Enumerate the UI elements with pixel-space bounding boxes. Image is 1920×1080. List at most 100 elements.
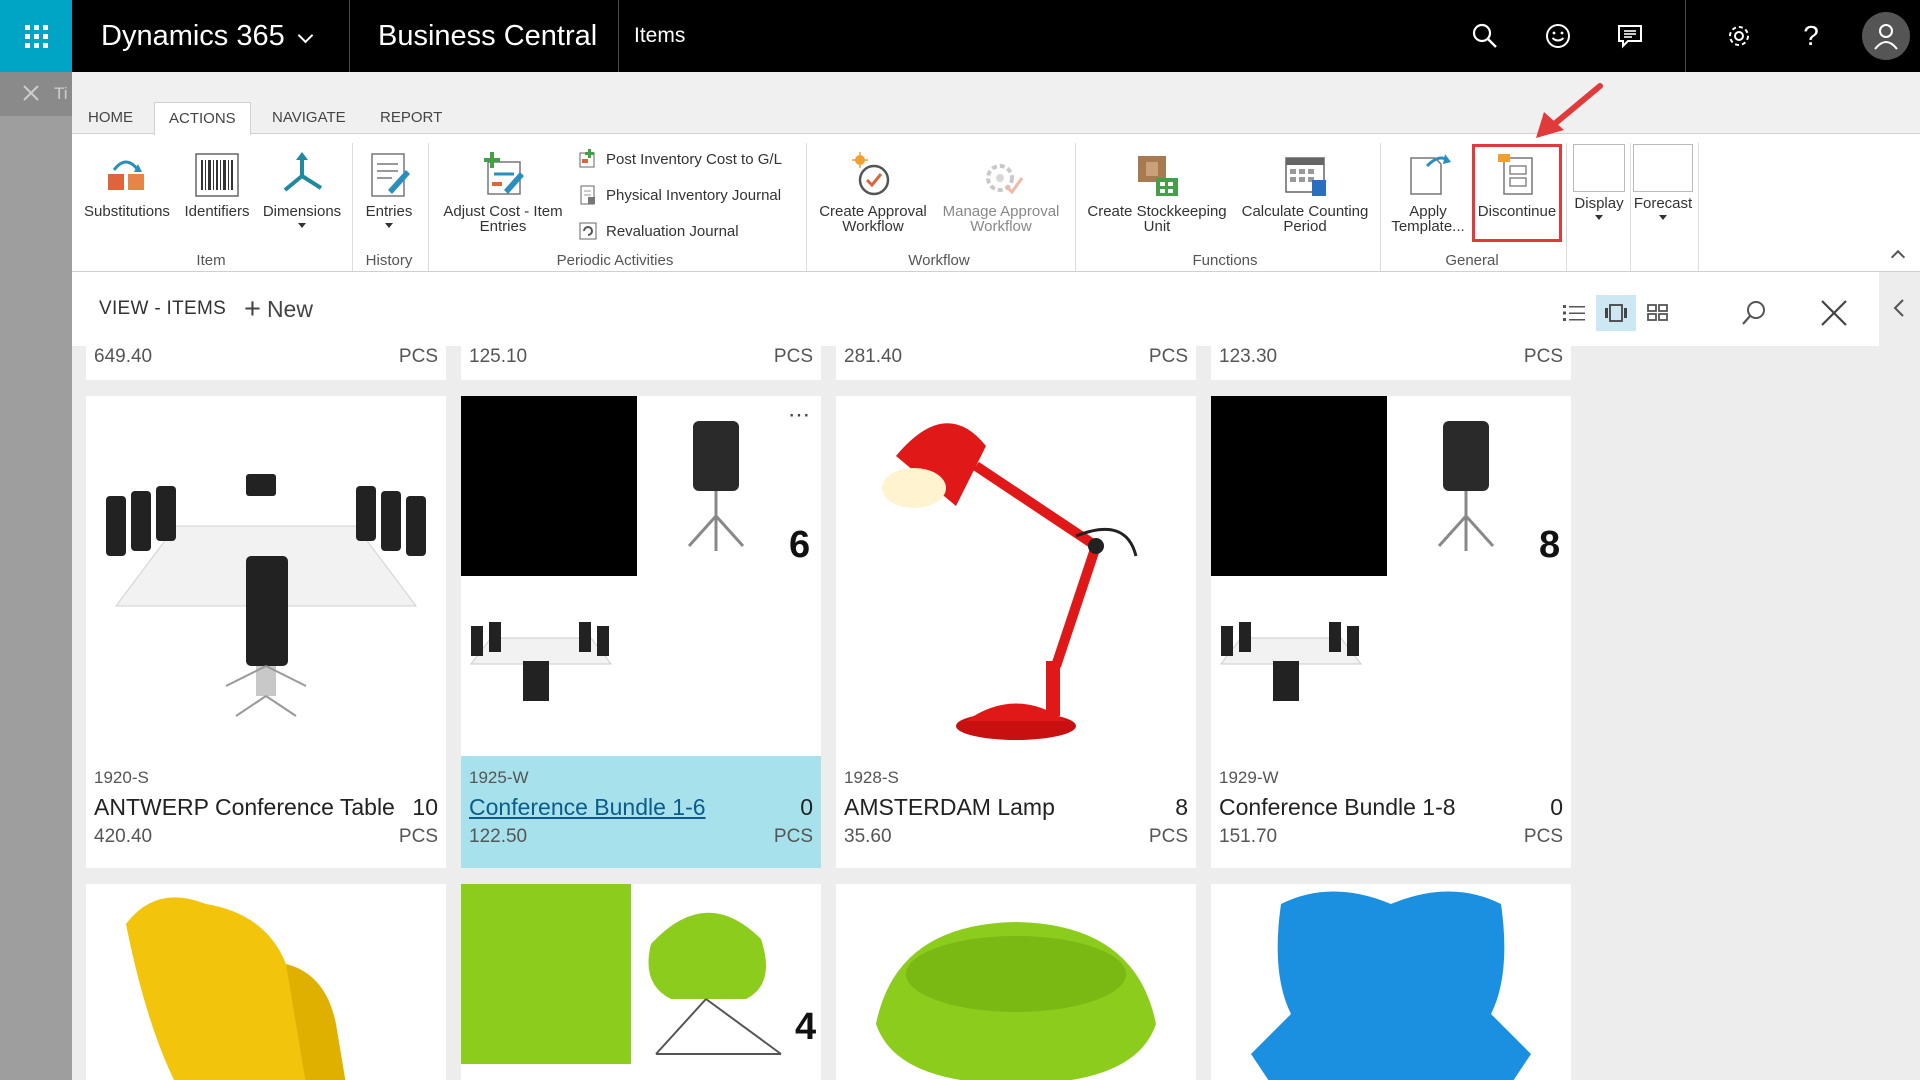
dimensions-button[interactable]: Dimensions [258, 152, 346, 228]
green-chair-image [876, 922, 1156, 1080]
item-name[interactable]: Conference Bundle 1-6 [469, 794, 706, 821]
item-tile[interactable]: 4 [461, 884, 821, 1080]
group-label-workflow: Workflow [908, 252, 970, 269]
product-title[interactable]: Business Central [378, 0, 597, 72]
tile-view-icon [1605, 304, 1627, 322]
tile-price: 125.10 [469, 346, 528, 367]
notifications-button[interactable] [1612, 18, 1648, 54]
stockkeeping-label-line1: Create Stockkeeping [1087, 203, 1227, 220]
tile-price: 123.30 [1219, 346, 1278, 367]
stockkeeping-icon [1134, 152, 1180, 198]
physical-inventory-journal-button[interactable]: Physical Inventory Journal [578, 183, 781, 207]
background-page-title: Ti [54, 84, 68, 103]
display-button[interactable]: Display [1568, 144, 1630, 220]
manage-workflow-icon [978, 152, 1024, 198]
more-options-icon[interactable]: ⋯ [788, 402, 811, 428]
bundle-count-badge: 6 [789, 524, 811, 566]
item-price: 122.50 [469, 826, 528, 847]
item-tile[interactable] [1211, 884, 1571, 1080]
item-tile[interactable] [86, 884, 446, 1080]
item-name[interactable]: Conference Bundle 1-8 [1219, 794, 1456, 821]
item-unit: PCS [1523, 826, 1563, 847]
apply-template-button[interactable]: Apply Template... [1386, 152, 1470, 234]
help-button[interactable]: ? [1793, 18, 1829, 54]
tile-partial[interactable]: 123.30 PCS [1211, 346, 1571, 380]
search-list-button[interactable] [1734, 295, 1774, 331]
manage-workflow-label-line1: Manage Approval [942, 203, 1060, 220]
item-tile[interactable] [836, 884, 1196, 1080]
manage-approval-workflow-button[interactable]: Manage Approval Workflow [936, 152, 1066, 234]
substitutions-icon [104, 152, 150, 198]
substitutions-button[interactable]: Substitutions [78, 152, 176, 219]
new-button[interactable]: + New [244, 293, 313, 326]
left-background [0, 72, 72, 1080]
settings-button[interactable] [1721, 18, 1757, 54]
post-inventory-label: Post Inventory Cost to G/L [606, 150, 782, 168]
journal-icon [578, 185, 598, 205]
tile-partial[interactable]: 649.40 PCS [86, 346, 446, 380]
search-button[interactable] [1467, 18, 1503, 54]
tile-partial[interactable]: 281.40 PCS [836, 346, 1196, 380]
forecast-label: Forecast [1633, 195, 1693, 212]
tab-actions[interactable]: ACTIONS [154, 102, 251, 135]
message-icon [1618, 25, 1642, 49]
user-avatar[interactable] [1862, 12, 1910, 60]
item-inventory: 10 [412, 794, 438, 820]
tab-home[interactable]: HOME [74, 102, 147, 134]
forecast-button[interactable]: Forecast [1630, 144, 1696, 220]
revaluation-icon [578, 221, 598, 241]
revaluation-journal-button[interactable]: Revaluation Journal [578, 219, 739, 243]
post-inventory-cost-button[interactable]: Post Inventory Cost to G/L [578, 147, 782, 171]
item-name[interactable]: AMSTERDAM Lamp [844, 794, 1055, 821]
tab-navigate[interactable]: NAVIGATE [258, 102, 360, 134]
create-stockkeeping-unit-button[interactable]: Create Stockkeeping Unit [1082, 152, 1232, 234]
item-price: 35.60 [844, 826, 892, 847]
tile-price: 281.40 [844, 346, 903, 367]
tab-report[interactable]: REPORT [366, 102, 456, 134]
close-page-button[interactable] [1814, 295, 1854, 331]
forecast-icon [1633, 144, 1693, 192]
tile-price: 649.40 [94, 346, 153, 367]
conference-bundle-image [1211, 396, 1571, 756]
create-workflow-icon [850, 152, 896, 198]
entries-label: Entries [365, 203, 413, 220]
adjust-cost-label-line2: Entries [479, 218, 527, 235]
group-label-item: Item [196, 252, 226, 269]
identifiers-button[interactable]: Identifiers [180, 152, 254, 219]
create-approval-workflow-button[interactable]: Create Approval Workflow [814, 152, 932, 234]
group-divider [1698, 143, 1699, 271]
grid-view-button[interactable] [1638, 295, 1678, 331]
item-name[interactable]: ANTWERP Conference Table [94, 794, 395, 821]
item-tile[interactable]: 1920-S ANTWERP Conference Table 10 420.4… [86, 396, 446, 868]
display-label: Display [1574, 195, 1624, 212]
item-number: 1920-S [94, 768, 149, 787]
discontinue-highlight [1472, 144, 1562, 242]
physical-inventory-label: Physical Inventory Journal [606, 186, 782, 204]
adjust-cost-label-line1: Adjust Cost - Item [443, 203, 563, 220]
feedback-button[interactable] [1540, 18, 1576, 54]
entries-button[interactable]: Entries [358, 152, 420, 228]
calculate-counting-period-button[interactable]: Calculate Counting Period [1234, 152, 1376, 234]
group-divider [1566, 143, 1567, 271]
apply-template-label-line1: Apply [1409, 203, 1447, 220]
chevron-down-icon [298, 223, 306, 228]
item-tile[interactable]: 1928-S AMSTERDAM Lamp 8 35.60 PCS [836, 396, 1196, 868]
chevron-left-icon[interactable] [1892, 298, 1906, 318]
divider [1685, 0, 1686, 72]
calendar-icon [1282, 152, 1328, 198]
group-label-periodic: Periodic Activities [556, 252, 674, 269]
tile-partial[interactable]: 125.10 PCS [461, 346, 821, 380]
tile-unit: PCS [1148, 346, 1188, 367]
brand-title[interactable]: Dynamics 365 [101, 0, 285, 72]
close-icon[interactable] [22, 84, 40, 102]
item-tile[interactable]: 6 ⋯ 1925-W Conference Bundle 1-6 0 122.5… [461, 396, 821, 868]
tall-tiles-view-button[interactable] [1596, 295, 1636, 331]
adjust-cost-icon [480, 152, 526, 198]
list-icon [1563, 305, 1585, 321]
item-tile[interactable]: 8 1929-W Conference Bundle 1-8 0 151.70 … [1211, 396, 1571, 868]
factbox-pane-strip [1879, 272, 1920, 1080]
app-launcher-button[interactable] [0, 0, 72, 72]
adjust-cost-item-entries-button[interactable]: Adjust Cost - Item Entries [436, 152, 570, 234]
green-chair-bundle-image [461, 884, 782, 1064]
list-view-button[interactable] [1554, 295, 1594, 331]
